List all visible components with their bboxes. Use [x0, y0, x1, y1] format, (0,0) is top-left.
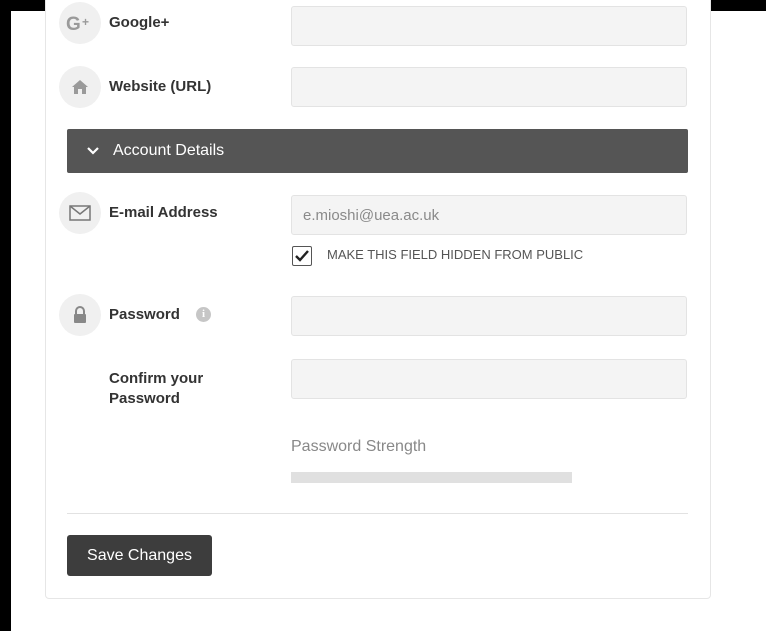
- confirm-password-label: Confirm your Password: [109, 370, 204, 407]
- form-divider: [67, 513, 688, 514]
- password-input[interactable]: [291, 296, 687, 336]
- section-title: Account Details: [113, 142, 225, 159]
- googleplus-label: Google+: [109, 14, 170, 31]
- hide-email-label: MAKE THIS FIELD HIDDEN FROM PUBLIC: [327, 247, 584, 262]
- password-label: Password: [109, 306, 180, 323]
- website-input[interactable]: [291, 67, 687, 107]
- website-label: Website (URL): [109, 78, 212, 95]
- password-strength-label: Password Strength: [291, 438, 427, 455]
- svg-text:+: +: [82, 15, 89, 29]
- password-strength-bar: [291, 472, 572, 483]
- hide-email-checkbox[interactable]: [292, 246, 312, 266]
- chevron-down-icon: [87, 147, 99, 155]
- googleplus-icon: G +: [59, 2, 101, 44]
- confirm-password-input[interactable]: [291, 359, 687, 399]
- svg-text:G: G: [66, 14, 81, 33]
- frame-border-left: [0, 0, 11, 631]
- check-icon: [295, 250, 309, 262]
- email-label: E-mail Address: [109, 204, 218, 221]
- save-changes-button[interactable]: Save Changes: [67, 535, 212, 576]
- envelope-icon: [59, 192, 101, 234]
- lock-icon: [59, 294, 101, 336]
- home-icon: [59, 66, 101, 108]
- info-icon[interactable]: i: [196, 307, 211, 322]
- googleplus-input[interactable]: [291, 6, 687, 46]
- account-details-toggle[interactable]: Account Details: [67, 129, 688, 173]
- email-input[interactable]: [291, 195, 687, 235]
